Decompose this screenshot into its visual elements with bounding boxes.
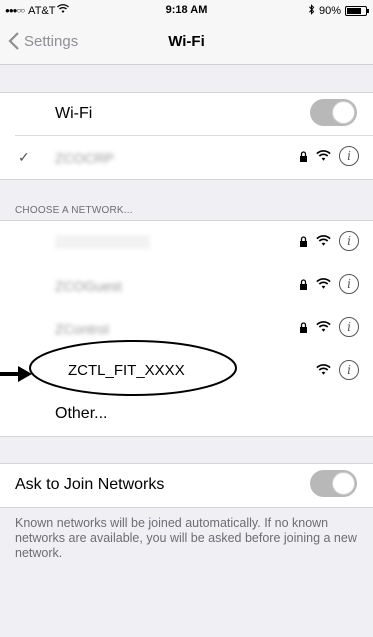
toggle-knob	[332, 101, 355, 124]
info-icon[interactable]: i	[339, 146, 359, 166]
network-icons: i	[299, 231, 359, 251]
info-icon[interactable]: i	[339, 231, 359, 251]
battery-tip	[367, 9, 369, 13]
lock-icon	[300, 321, 307, 333]
network-icons: i	[299, 146, 359, 166]
network-icons: i	[299, 274, 359, 294]
status-right: 90%	[308, 4, 369, 18]
lock-icon	[300, 278, 307, 290]
highlight-annotation	[0, 340, 237, 396]
network-row[interactable]: ZCOGuest i	[0, 264, 373, 307]
network-name: ZControl	[55, 321, 109, 337]
info-icon[interactable]: i	[339, 274, 359, 294]
toggle-knob	[332, 472, 355, 495]
wifi-signal-icon	[316, 235, 331, 246]
choose-network-header: CHOOSE A NETWORK...	[15, 205, 133, 216]
wifi-signal-icon	[316, 150, 331, 161]
battery-percent: 90%	[318, 5, 341, 17]
ask-join-footer: Known networks will be joined automatica…	[15, 516, 357, 560]
wifi-toggle-row: Wi-Fi	[0, 93, 373, 136]
network-name: ZCOGuest	[55, 278, 122, 294]
wifi-toggle[interactable]	[310, 99, 357, 126]
connected-network-name: ZCOCRP	[55, 150, 115, 166]
wifi-signal-icon	[316, 321, 331, 332]
ask-join-group: Ask to Join Networks	[0, 463, 373, 508]
battery-icon	[345, 6, 369, 16]
highlight-ellipse	[29, 340, 237, 396]
ask-join-row: Ask to Join Networks	[0, 464, 373, 507]
network-row[interactable]: i	[0, 221, 373, 264]
networks-group: i ZCOGuest i ZControl i ZCTL_FIT_XXXX i …	[0, 220, 373, 437]
wifi-label: Wi-Fi	[55, 105, 93, 122]
navigation-bar: Settings Wi-Fi	[0, 20, 373, 65]
lock-icon	[300, 235, 307, 247]
lock-icon	[300, 150, 307, 162]
network-name	[55, 235, 150, 249]
ask-join-toggle[interactable]	[310, 470, 357, 497]
page-title: Wi-Fi	[168, 33, 205, 50]
info-icon[interactable]: i	[339, 317, 359, 337]
ask-join-label: Ask to Join Networks	[15, 476, 165, 493]
wifi-signal-icon	[316, 278, 331, 289]
bluetooth-icon	[308, 4, 315, 18]
status-bar: ●●●○○ AT&T 9:18 AM 90%	[0, 0, 373, 20]
battery-fill	[347, 8, 361, 14]
wifi-group: Wi-Fi ✓ ZCOCRP i	[0, 92, 373, 180]
other-label: Other...	[55, 405, 108, 422]
network-icons: i	[299, 317, 359, 337]
other-network-row[interactable]: Other...	[0, 393, 373, 436]
checkmark-icon: ✓	[18, 149, 30, 165]
connected-network-row[interactable]: ✓ ZCOCRP i	[0, 136, 373, 179]
